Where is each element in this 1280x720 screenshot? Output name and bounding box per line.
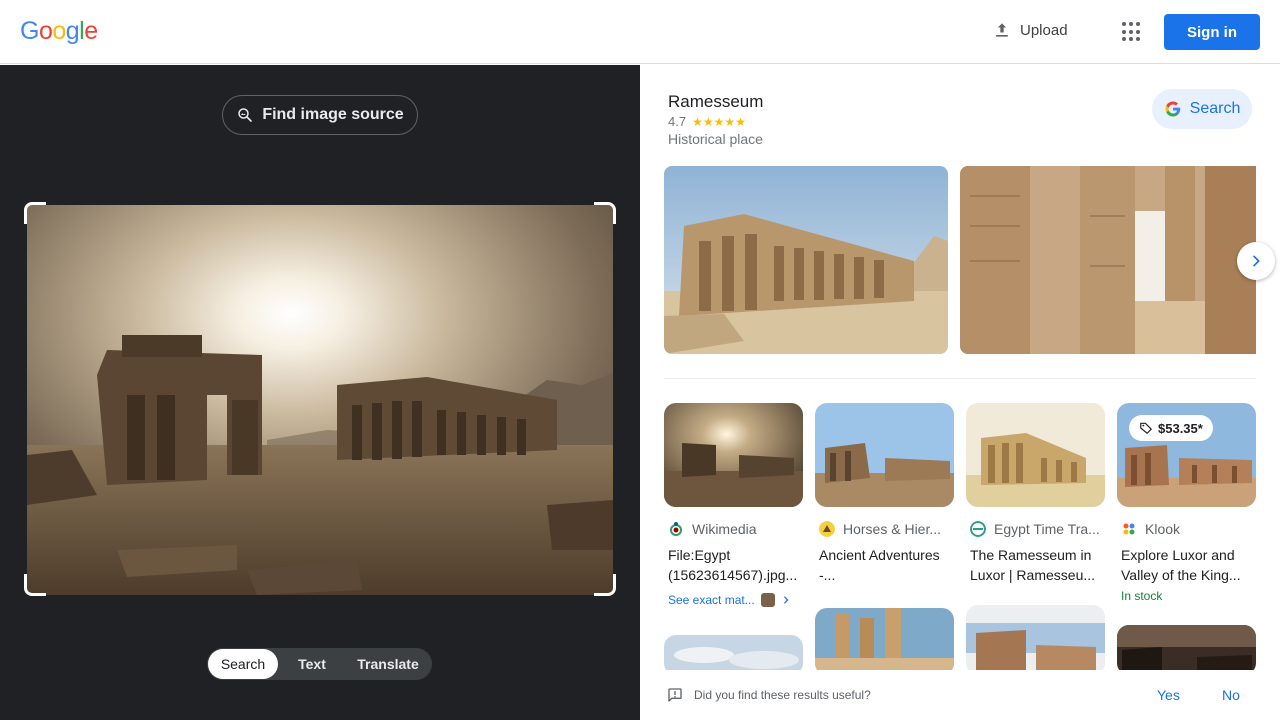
- entity-search-label: Search: [1189, 100, 1241, 117]
- entity-image[interactable]: [960, 166, 1256, 354]
- rating-value: 4.7: [668, 114, 687, 129]
- result-source: Egypt Time Tra...: [966, 521, 1105, 537]
- result-card[interactable]: Horses & Hier... Ancient Adventures -...: [815, 403, 954, 585]
- find-image-source-button[interactable]: Find image source: [222, 95, 418, 135]
- result-title[interactable]: The Ramesseum in Luxor | Ramesseu...: [966, 545, 1105, 585]
- exact-match-thumbnail: [760, 593, 775, 607]
- result-thumbnail[interactable]: [664, 403, 803, 507]
- upload-button[interactable]: Upload: [992, 20, 1068, 40]
- result-source-name: Wikimedia: [692, 521, 757, 537]
- lens-image-panel: Find image source Search Text Translate: [0, 65, 640, 720]
- upload-label: Upload: [1020, 21, 1068, 39]
- results-panel: Ramesseum 4.7 ★★★★★ Historical place Sea…: [640, 65, 1280, 720]
- entity-search-button[interactable]: Search: [1152, 89, 1252, 129]
- tab-translate[interactable]: Translate: [346, 649, 430, 679]
- result-card[interactable]: $53.35* Klook Explore Luxor and Valley o…: [1117, 403, 1256, 603]
- google-g-icon: [1165, 101, 1180, 117]
- logo-letter: g: [65, 17, 80, 45]
- crop-handle[interactable]: [594, 574, 616, 596]
- tab-search[interactable]: Search: [208, 649, 278, 679]
- tab-text[interactable]: Text: [278, 649, 346, 679]
- result-title[interactable]: File:Egypt (15623614567).jpg...: [664, 545, 803, 585]
- site-favicon-icon: [819, 521, 835, 537]
- entity-image[interactable]: [664, 166, 948, 354]
- stock-status: In stock: [1121, 589, 1163, 603]
- result-thumbnail[interactable]: [966, 605, 1105, 675]
- lens-mode-switcher: Search Text Translate: [207, 648, 432, 680]
- feedback-icon: [668, 688, 682, 702]
- site-favicon-icon: [970, 521, 986, 537]
- result-title[interactable]: Explore Luxor and Valley of the King...: [1117, 545, 1256, 585]
- result-title[interactable]: Ancient Adventures -...: [815, 545, 954, 585]
- sign-in-button[interactable]: Sign in: [1164, 14, 1260, 50]
- result-thumbnail[interactable]: [966, 403, 1105, 507]
- apps-grid-icon[interactable]: [1122, 22, 1142, 42]
- result-source-name: Horses & Hier...: [843, 521, 942, 537]
- upload-icon: [996, 23, 1008, 37]
- top-bar: Google Upload Sign in: [0, 0, 1280, 64]
- result-thumbnail[interactable]: [664, 635, 803, 675]
- feedback-bar: Did you find these results useful? Yes N…: [640, 670, 1280, 720]
- result-source-name: Egypt Time Tra...: [994, 521, 1100, 537]
- feedback-no-button[interactable]: No: [1222, 687, 1240, 703]
- crop-handle[interactable]: [24, 202, 46, 224]
- star-rating-icon: ★★★★★: [692, 114, 746, 129]
- wikimedia-icon: [670, 522, 682, 536]
- result-source: Klook: [1117, 521, 1256, 537]
- see-exact-matches-label: See exact mat...: [668, 593, 755, 607]
- price-badge: $53.35*: [1129, 415, 1213, 441]
- feedback-yes-button[interactable]: Yes: [1157, 687, 1180, 703]
- entity-title[interactable]: Ramesseum: [668, 92, 763, 112]
- result-thumbnail[interactable]: $53.35*: [1117, 403, 1256, 507]
- logo-letter: G: [20, 17, 39, 45]
- result-thumbnail[interactable]: [815, 403, 954, 507]
- chevron-right-icon: [783, 596, 789, 604]
- result-card[interactable]: Wikimedia File:Egypt (15623614567).jpg..…: [664, 403, 803, 607]
- crop-handle[interactable]: [24, 574, 46, 596]
- entity-rating: 4.7 ★★★★★: [668, 114, 746, 129]
- logo-letter: o: [38, 17, 53, 45]
- find-image-source-label: Find image source: [262, 106, 404, 123]
- result-source: Wikimedia: [664, 521, 803, 537]
- logo-letter: o: [52, 17, 66, 45]
- see-exact-matches-link[interactable]: See exact mat...: [664, 593, 803, 607]
- price-tag-icon: [1140, 422, 1152, 434]
- image-search-icon: [238, 108, 253, 122]
- result-thumbnail[interactable]: [815, 608, 954, 675]
- query-image[interactable]: [27, 205, 613, 595]
- entity-type: Historical place: [668, 131, 763, 147]
- feedback-question: Did you find these results useful?: [694, 688, 871, 702]
- crop-handle[interactable]: [594, 202, 616, 224]
- klook-icon: [1123, 523, 1135, 535]
- result-source-name: Klook: [1145, 521, 1181, 537]
- section-divider: [664, 378, 1256, 379]
- result-card[interactable]: Egypt Time Tra... The Ramesseum in Luxor…: [966, 403, 1105, 585]
- result-source: Horses & Hier...: [815, 521, 954, 537]
- price-value: $53.35*: [1158, 420, 1203, 436]
- result-thumbnail[interactable]: [1117, 625, 1256, 675]
- logo-letter: e: [84, 17, 98, 45]
- carousel-next-button[interactable]: [1237, 242, 1275, 280]
- google-logo[interactable]: Google: [20, 17, 98, 46]
- chevron-right-icon: [1253, 255, 1260, 267]
